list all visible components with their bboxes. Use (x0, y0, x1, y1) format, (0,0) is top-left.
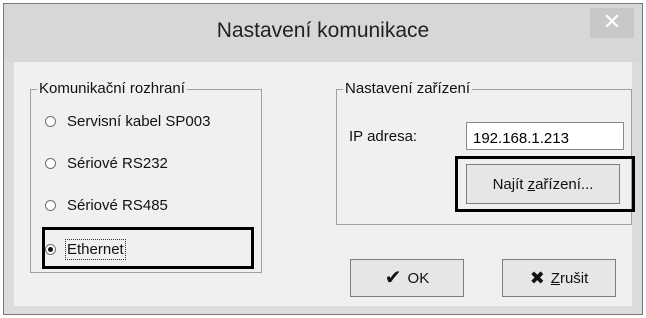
ip-address-label: IP adresa: (349, 128, 418, 145)
cross-icon: ✖ (529, 268, 545, 288)
highlight-find-device (455, 156, 635, 212)
title-bar[interactable]: Nastavení komunikace ✕ (4, 4, 642, 62)
radio-label: Sériové RS485 (67, 196, 168, 214)
ip-address-input[interactable] (466, 122, 624, 150)
highlight-ethernet (42, 227, 254, 269)
radio-button[interactable] (45, 157, 56, 169)
close-icon: ✕ (602, 9, 622, 34)
radio-rs485[interactable]: Sériové RS485 (45, 194, 168, 216)
radio-button[interactable] (45, 115, 56, 127)
ok-label: OK (407, 269, 430, 287)
ok-button[interactable]: ✔ OK (350, 259, 464, 297)
radio-label: Sériové RS232 (67, 154, 168, 172)
radio-rs232[interactable]: Sériové RS232 (45, 152, 168, 174)
interface-group-legend: Komunikační rozhraní (37, 80, 187, 98)
device-group-legend: Nastavení zařízení (343, 80, 473, 98)
radio-button[interactable] (45, 199, 56, 211)
close-button[interactable]: ✕ (590, 8, 634, 38)
radio-servisni-kabel[interactable]: Servisní kabel SP003 (45, 110, 210, 132)
dialog-window: Nastavení komunikace ✕ Komunikační rozhr… (3, 3, 643, 315)
radio-label: Servisní kabel SP003 (67, 112, 211, 130)
check-icon: ✔ (384, 267, 402, 289)
cancel-button[interactable]: ✖ Zrušit (502, 259, 616, 297)
dialog-body: Komunikační rozhraní Servisní kabel SP00… (14, 62, 635, 306)
cancel-label: Zrušit (550, 269, 589, 287)
dialog-title: Nastavení komunikace (216, 19, 430, 42)
